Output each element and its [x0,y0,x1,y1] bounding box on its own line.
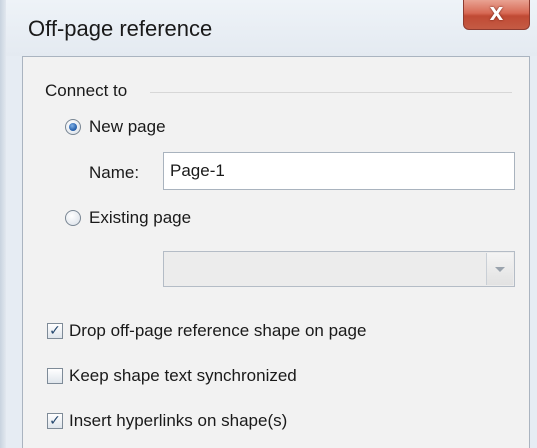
existing-page-radio[interactable] [65,210,81,226]
existing-page-radio-option[interactable]: Existing page [65,208,191,228]
close-icon: X [489,4,504,25]
dialog-content: Connect to New page Name: Existing page … [22,56,530,448]
off-page-reference-dialog: Off-page reference X Connect to New page… [0,0,537,448]
page-name-input[interactable] [163,152,515,190]
drop-shape-checkbox[interactable]: ✓ [47,323,63,339]
close-button[interactable]: X [463,0,530,30]
insert-hyperlinks-checkbox[interactable]: ✓ [47,413,63,429]
keep-sync-option[interactable]: Keep shape text synchronized [47,366,297,386]
connect-to-group-label: Connect to [45,81,128,100]
existing-page-dropdown[interactable] [163,251,515,287]
new-page-label: New page [89,117,166,136]
name-label: Name: [89,163,140,182]
existing-page-label: Existing page [89,208,192,227]
checkmark-icon: ✓ [49,413,61,429]
window-title: Off-page reference [28,16,213,41]
keep-sync-checkbox[interactable] [47,368,63,384]
checkmark-icon: ✓ [49,323,61,339]
new-page-radio[interactable] [65,119,81,135]
group-divider [150,92,512,93]
window-left-edge [0,0,6,448]
insert-hyperlinks-label: Insert hyperlinks on shape(s) [69,411,288,430]
keep-sync-label: Keep shape text synchronized [69,366,297,385]
new-page-radio-option[interactable]: New page [65,117,166,137]
insert-hyperlinks-option[interactable]: ✓ Insert hyperlinks on shape(s) [47,411,287,431]
drop-shape-label: Drop off-page reference shape on page [69,321,367,340]
title-bar[interactable]: Off-page reference [6,0,537,56]
drop-shape-option[interactable]: ✓ Drop off-page reference shape on page [47,321,366,341]
chevron-down-icon [495,266,505,272]
dropdown-button[interactable] [486,253,513,285]
